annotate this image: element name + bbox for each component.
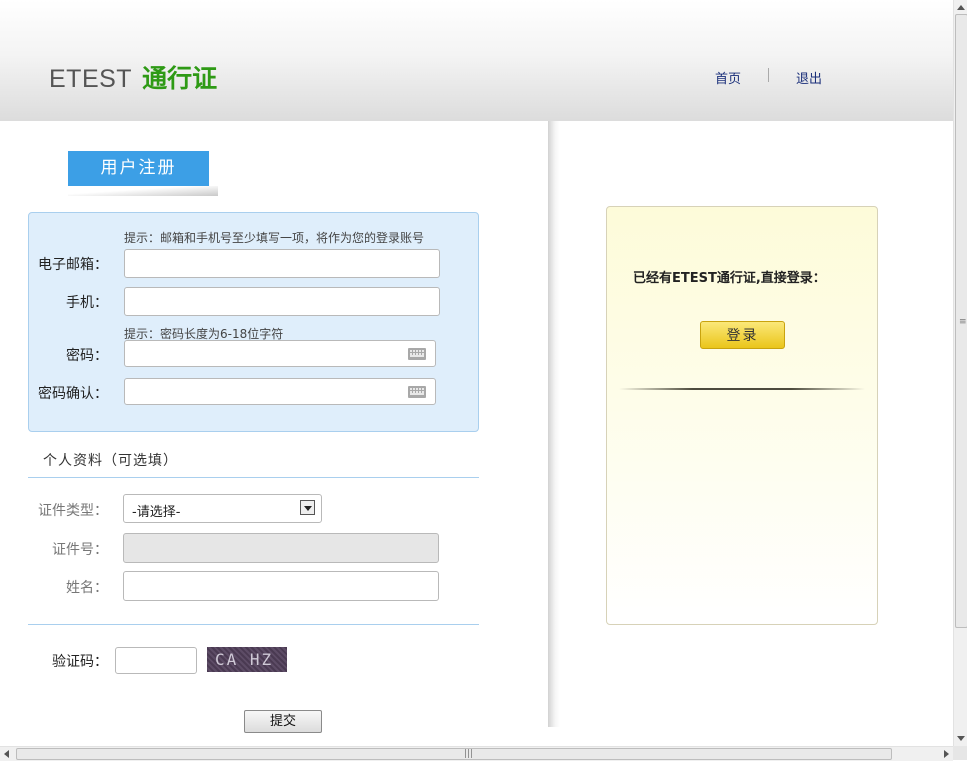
confirm-password-label: 密码确认： [38,386,108,402]
section-divider [28,624,479,625]
phone-label: 手机： [66,295,108,311]
id-number-label: 证件号： [52,542,108,558]
email-field[interactable] [124,249,440,278]
card-divider [619,388,865,390]
site-logo[interactable]: ETEST 通行证 [49,62,217,96]
logo-brand: ETEST [49,65,133,93]
nav-home-link[interactable]: 首页 [715,68,741,87]
scrollbar-corner [953,746,967,760]
scroll-down-icon[interactable] [957,736,965,741]
scroll-left-icon[interactable] [4,750,9,758]
captcha-image[interactable]: CA HZ [207,647,287,672]
column-divider [548,121,560,727]
name-label: 姓名： [66,580,108,596]
id-number-field[interactable] [123,533,439,563]
page-header: ETEST 通行证 首页 退出 [0,0,953,121]
grip-icon: ≡ [959,317,967,327]
name-field[interactable] [123,571,439,601]
submit-button[interactable]: 提交 [244,710,322,733]
password-label: 密码： [66,348,108,364]
register-tab: 用户注册 [68,151,209,186]
captcha-input[interactable] [115,647,197,674]
login-card: 已经有ETEST通行证,直接登录： 登录 [606,206,878,625]
nav-separator [768,68,769,82]
keyboard-icon[interactable] [408,348,426,360]
email-label: 电子邮箱： [38,257,108,273]
horizontal-scrollbar[interactable]: ||| [0,746,953,761]
confirm-password-field[interactable] [124,378,436,405]
phone-field[interactable] [124,287,440,316]
captcha-label: 验证码： [52,654,108,670]
personal-info-title: 个人资料（可选填） [43,453,178,469]
login-prompt: 已经有ETEST通行证,直接登录： [633,271,826,286]
vertical-scroll-thumb[interactable]: ≡ [955,14,967,628]
register-tab-shadow [68,186,218,196]
keyboard-icon[interactable] [408,386,426,398]
horizontal-scroll-thumb[interactable]: ||| [16,748,892,760]
id-type-select[interactable]: -请选择- [123,494,322,523]
contact-hint: 提示：邮箱和手机号至少填写一项，将作为您的登录账号 [124,231,425,245]
id-type-selected: -请选择- [132,505,181,520]
chevron-down-icon[interactable] [300,500,315,515]
scroll-up-icon[interactable] [957,5,965,10]
logo-suffix: 通行证 [142,64,218,93]
section-divider [28,477,479,478]
nav-logout-link[interactable]: 退出 [796,68,822,87]
login-button[interactable]: 登录 [700,321,785,349]
grip-icon: ||| [464,749,474,759]
vertical-scrollbar[interactable]: ≡ [953,0,967,746]
id-type-label: 证件类型： [38,503,108,519]
password-field[interactable] [124,340,436,367]
scroll-right-icon[interactable] [944,750,949,758]
